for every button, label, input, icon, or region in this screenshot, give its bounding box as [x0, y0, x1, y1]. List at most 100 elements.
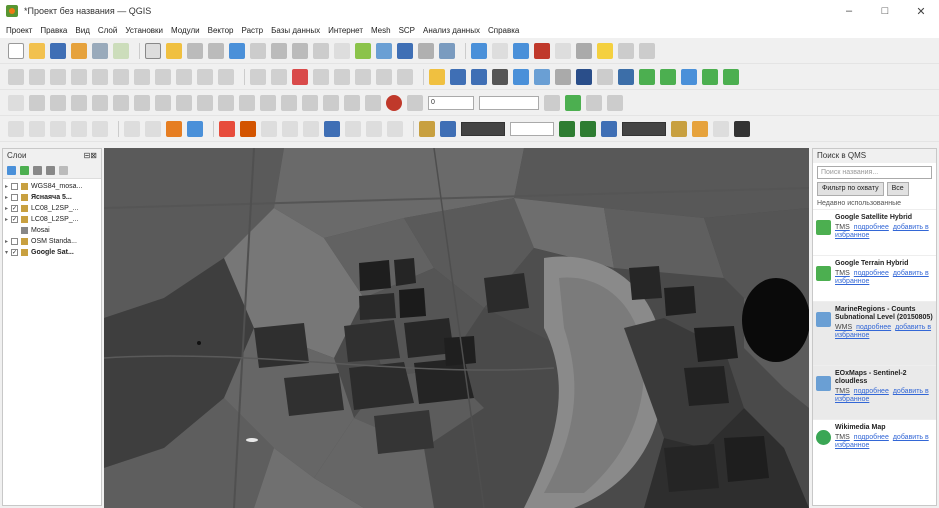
layer-checkbox[interactable]: ✓ — [11, 205, 18, 212]
add-part-icon[interactable] — [113, 94, 129, 111]
menu-item-scp[interactable]: SCP — [399, 26, 415, 35]
label-change-icon[interactable] — [355, 68, 371, 85]
result-details-link[interactable]: подробнее — [854, 224, 889, 231]
globe-search-icon[interactable] — [471, 68, 487, 85]
delete-icon[interactable] — [113, 68, 129, 85]
filter-legend-icon[interactable] — [46, 166, 55, 175]
vertex-tool-icon[interactable] — [92, 68, 108, 85]
new-map-view-icon[interactable] — [355, 42, 371, 59]
qms-result-item[interactable]: MarineRegions - Counts Subnational Level… — [813, 301, 936, 365]
scp-pointer-icon[interactable] — [345, 120, 361, 137]
show-bookmarks-icon[interactable] — [418, 42, 434, 59]
label-hide-icon[interactable] — [397, 68, 413, 85]
simplify-icon[interactable] — [71, 94, 87, 111]
text-annotation-icon[interactable] — [618, 42, 634, 59]
draw-icon[interactable] — [702, 68, 718, 85]
scp-blue-icon[interactable] — [187, 120, 203, 137]
new-bookmark-icon[interactable] — [397, 42, 413, 59]
qms-search-input[interactable]: Поиск названия... — [817, 166, 932, 179]
scp-group-icon[interactable] — [559, 120, 575, 137]
scp-range-input[interactable] — [622, 121, 666, 136]
layer-row[interactable]: ▸ WGS84_mosa... — [3, 181, 101, 192]
roi-icon[interactable] — [219, 120, 235, 137]
reshape-icon[interactable] — [197, 94, 213, 111]
rotate-point-icon[interactable] — [323, 94, 339, 111]
layer-row[interactable]: ▸ ✓ LC08_L2SP_... — [3, 203, 101, 214]
edit-toggle-icon[interactable] — [29, 68, 45, 85]
offset-curve-icon[interactable] — [218, 94, 234, 111]
add-feature-icon[interactable] — [71, 68, 87, 85]
add-ring-icon[interactable] — [92, 94, 108, 111]
layer-checkbox[interactable] — [11, 194, 18, 201]
scp-band-icon[interactable] — [618, 68, 634, 85]
snapping-icon[interactable] — [29, 94, 45, 111]
scp-orange-icon[interactable] — [166, 120, 182, 137]
manage-themes-icon[interactable] — [33, 166, 42, 175]
globe-add-icon[interactable] — [450, 68, 466, 85]
annotation-icon[interactable] — [597, 42, 613, 59]
close-button[interactable]: ✕ — [903, 0, 939, 22]
delete-part-icon[interactable] — [176, 94, 192, 111]
band-set-input[interactable]: 0 — [428, 95, 474, 110]
menu-item-plugins[interactable]: Модули — [171, 26, 200, 35]
zoom-next-icon[interactable] — [334, 42, 350, 59]
qms-result-item[interactable]: Google Terrain Hybrid TMS подробнее добави… — [813, 255, 936, 301]
split-features-icon[interactable] — [239, 94, 255, 111]
filter-by-extent-button[interactable]: Фильтр по охвату — [817, 182, 884, 196]
new-3d-view-icon[interactable] — [376, 42, 392, 59]
minimize-button[interactable]: – — [831, 0, 867, 22]
scp-layer3-icon[interactable] — [50, 120, 66, 137]
scp-layer4-icon[interactable] — [71, 120, 87, 137]
result-details-link[interactable]: подробнее — [856, 324, 891, 331]
new-layout-icon[interactable] — [71, 42, 87, 59]
layer-row[interactable]: ▸ OSM Standa... — [3, 236, 101, 247]
panel-controls[interactable]: ⊟⊠ — [84, 149, 97, 163]
scp-close-icon[interactable] — [586, 94, 602, 111]
label-move-icon[interactable] — [313, 68, 329, 85]
zoom-selection-icon[interactable] — [250, 42, 266, 59]
menu-item-processing[interactable]: Анализ данных — [423, 26, 480, 35]
rotate-feature-icon[interactable] — [50, 94, 66, 111]
menu-item-layer[interactable]: Слой — [98, 26, 117, 35]
scp-extra-icon[interactable] — [607, 94, 623, 111]
layer-row[interactable]: ▾ ✓ Google Sat... — [3, 247, 101, 258]
plugin-icon[interactable] — [639, 68, 655, 85]
add-group-icon[interactable] — [20, 166, 29, 175]
layer-checkbox[interactable]: ✓ — [11, 216, 18, 223]
copy-icon[interactable] — [155, 68, 171, 85]
delete-ring-icon[interactable] — [155, 94, 171, 111]
label-highlight-icon[interactable] — [292, 68, 308, 85]
scp-layer-icon[interactable] — [8, 120, 24, 137]
scp-zoom-icon[interactable] — [440, 120, 456, 137]
fill-ring-icon[interactable] — [134, 94, 150, 111]
all-button[interactable]: Все — [886, 182, 909, 196]
menu-item-project[interactable]: Проект — [6, 26, 32, 35]
menu-item-view[interactable]: Вид — [75, 26, 89, 35]
gps-icon[interactable] — [407, 94, 423, 111]
map-canvas[interactable] — [104, 148, 809, 508]
zoom-in-icon[interactable] — [187, 42, 203, 59]
refresh-icon[interactable] — [439, 42, 455, 59]
cut-icon[interactable] — [134, 68, 150, 85]
preview-pointer-icon[interactable] — [324, 120, 340, 137]
classification-icon[interactable] — [240, 120, 256, 137]
scp-plugin-icon[interactable] — [565, 94, 581, 111]
scp-dist-input[interactable] — [461, 121, 505, 136]
zoom-native-icon[interactable] — [292, 42, 308, 59]
redo-icon[interactable] — [218, 68, 234, 85]
menu-item-settings[interactable]: Установки — [125, 26, 163, 35]
vertex-editor-icon[interactable] — [681, 68, 697, 85]
rgb-combo-input[interactable] — [479, 95, 539, 110]
preview-options-icon[interactable] — [303, 120, 319, 137]
layout-manager-icon[interactable] — [92, 42, 108, 59]
menu-item-raster[interactable]: Растр — [242, 26, 264, 35]
edit-pencil-icon[interactable] — [8, 68, 24, 85]
trim-extend-icon[interactable] — [344, 94, 360, 111]
pan-to-selection-icon[interactable] — [166, 42, 182, 59]
select-icon[interactable] — [492, 42, 508, 59]
result-details-link[interactable]: подробнее — [854, 434, 889, 441]
settings-icon[interactable] — [639, 42, 655, 59]
open-styling-icon[interactable] — [7, 166, 16, 175]
qms-result-item[interactable]: Wikimedia Map TMS подробнее добавить в изб… — [813, 419, 936, 465]
menu-item-vector[interactable]: Вектор — [208, 26, 234, 35]
